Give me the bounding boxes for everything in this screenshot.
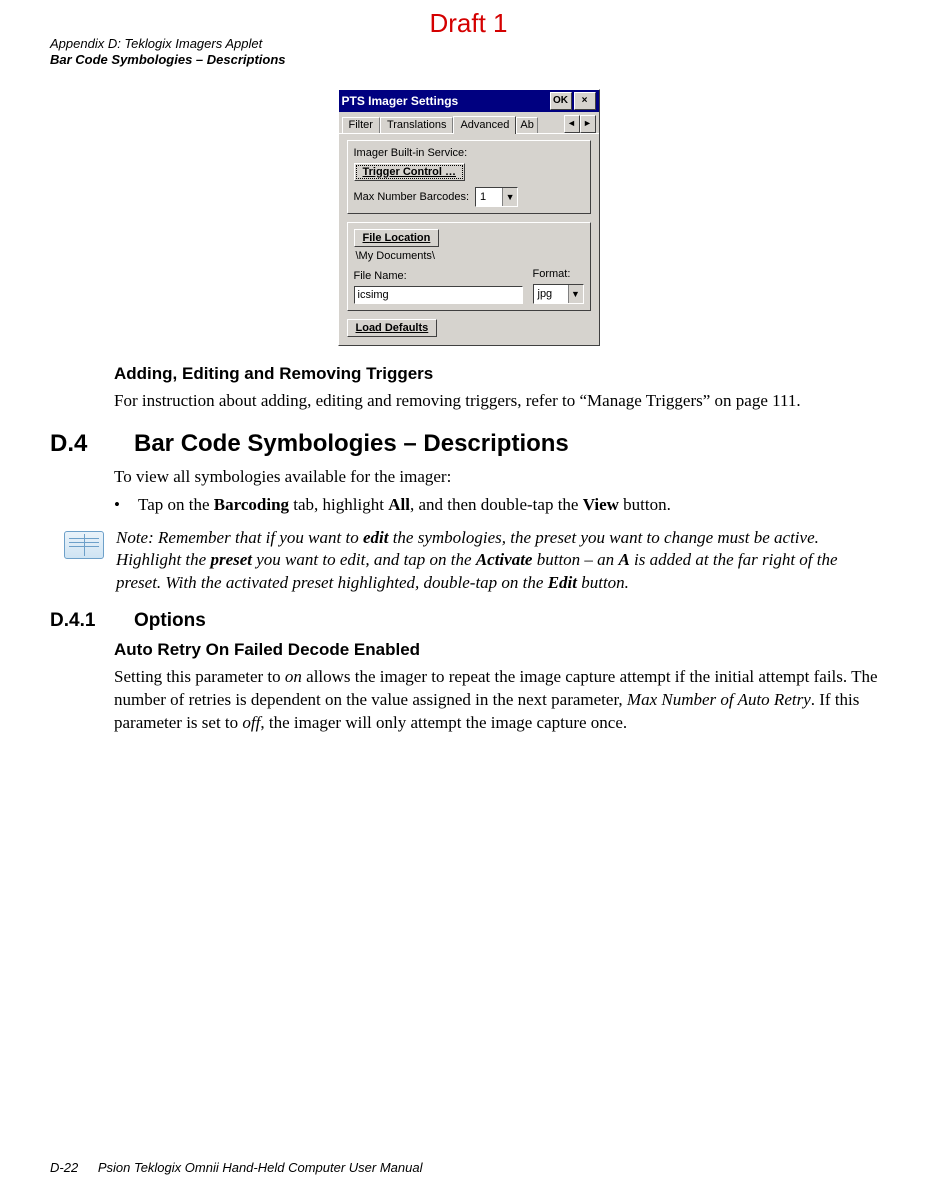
dialog-titlebar: PTS Imager Settings OK × [339,90,599,112]
book-icon [64,531,104,559]
d4-intro: To view all symbologies available for th… [114,466,879,489]
close-button[interactable]: × [574,92,596,110]
dialog-screenshot: PTS Imager Settings OK × Filter Translat… [50,89,887,346]
auto-retry-paragraph: Setting this parameter to on allows the … [114,666,879,735]
txt: button – an [532,550,618,569]
trigger-control-button[interactable]: Trigger Control … [354,163,466,181]
d4-bullet: • Tap on the Barcoding tab, highlight Al… [114,495,879,515]
tab-translations[interactable]: Translations [380,117,454,133]
pts-imager-settings-dialog: PTS Imager Settings OK × Filter Translat… [338,89,600,346]
section-d41-heading: D.4.1 Options [50,610,879,632]
bold-activate: Activate [476,550,533,569]
triggers-heading: Adding, Editing and Removing Triggers [114,364,879,384]
txt: , and then double-tap the [410,495,583,514]
tab-partial[interactable]: Ab [516,117,537,133]
file-path: \My Documents\ [356,250,584,262]
file-group: File Location \My Documents\ File Name: … [347,222,591,311]
triggers-paragraph: For instruction about adding, editing an… [114,390,879,413]
tab-filter[interactable]: Filter [342,117,380,133]
subsection-number: D.4.1 [50,610,106,632]
txt: Remember that if you want to [154,528,363,547]
page-number: D-22 [50,1160,78,1175]
bold-edit: edit [363,528,389,547]
bold-a: A [618,550,629,569]
chevron-down-icon: ▼ [568,285,583,303]
max-barcodes-row: Max Number Barcodes: 1 ▼ [354,187,584,207]
bullet-text: Tap on the Barcoding tab, highlight All,… [138,495,671,515]
draft-watermark: Draft 1 [429,8,507,39]
bold-edit2: Edit [548,573,577,592]
note-text: Note: Remember that if you want to edit … [116,527,879,593]
italic-max-retry: Max Number of Auto Retry [627,690,811,709]
file-name-input[interactable] [354,286,523,304]
format-select[interactable]: jpg ▼ [533,284,584,304]
tab-strip: Filter Translations Advanced Ab ◄ ► [339,112,599,133]
tab-advanced[interactable]: Advanced [453,116,516,134]
service-group: Imager Built-in Service: Trigger Control… [347,140,591,214]
file-name-format-row: File Name: Format: jpg ▼ [354,268,584,304]
subsection-title: Options [134,610,206,632]
txt: you want to edit, and tap on the [252,550,476,569]
max-barcodes-select[interactable]: 1 ▼ [475,187,518,207]
file-location-label: ile Location [369,232,430,244]
bold-barcoding: Barcoding [214,495,289,514]
bullet-icon: • [114,495,124,515]
load-defaults-button[interactable]: Load Defaults [347,319,438,337]
txt: button. [619,495,671,514]
dialog-title: PTS Imager Settings [342,94,548,108]
section-title: Bar Code Symbologies – Descriptions [134,430,569,458]
chevron-down-icon: ▼ [502,188,517,206]
header-section: Bar Code Symbologies – Descriptions [50,52,887,68]
txt: Tap on the [138,495,214,514]
note-block: Note: Remember that if you want to edit … [64,527,879,593]
auto-retry-heading: Auto Retry On Failed Decode Enabled [114,640,879,660]
service-label: Imager Built-in Service: [354,147,584,159]
italic-off: off [242,713,260,732]
bold-all: All [388,495,410,514]
txt: , the imager will only attempt the image… [260,713,627,732]
dialog-body: Imager Built-in Service: Trigger Control… [339,133,599,345]
txt: button. [577,573,629,592]
section-d4-heading: D.4 Bar Code Symbologies – Descriptions [50,430,879,458]
tab-scroll-right[interactable]: ► [580,115,596,133]
section-number: D.4 [50,430,106,458]
running-header: Appendix D: Teklogix Imagers Applet Bar … [50,36,887,69]
note-label: Note: [116,528,154,547]
tab-scroll-left[interactable]: ◄ [564,115,580,133]
max-barcodes-label: Max Number Barcodes: [354,191,470,203]
file-location-button[interactable]: File Location [354,229,440,247]
file-name-label: File Name: [354,270,523,282]
bold-view: View [583,495,619,514]
txt: tab, highlight [289,495,388,514]
trigger-control-label: Trigger Control … [363,166,457,178]
format-value: jpg [534,285,568,303]
format-label: Format: [533,268,584,280]
italic-on: on [285,667,302,686]
txt: Setting this parameter to [114,667,285,686]
page-footer: D-22 Psion Teklogix Omnii Hand-Held Comp… [50,1160,422,1175]
max-barcodes-value: 1 [476,188,502,206]
bold-preset: preset [210,550,252,569]
footer-title: Psion Teklogix Omnii Hand-Held Computer … [98,1160,423,1175]
ok-button[interactable]: OK [550,92,572,110]
